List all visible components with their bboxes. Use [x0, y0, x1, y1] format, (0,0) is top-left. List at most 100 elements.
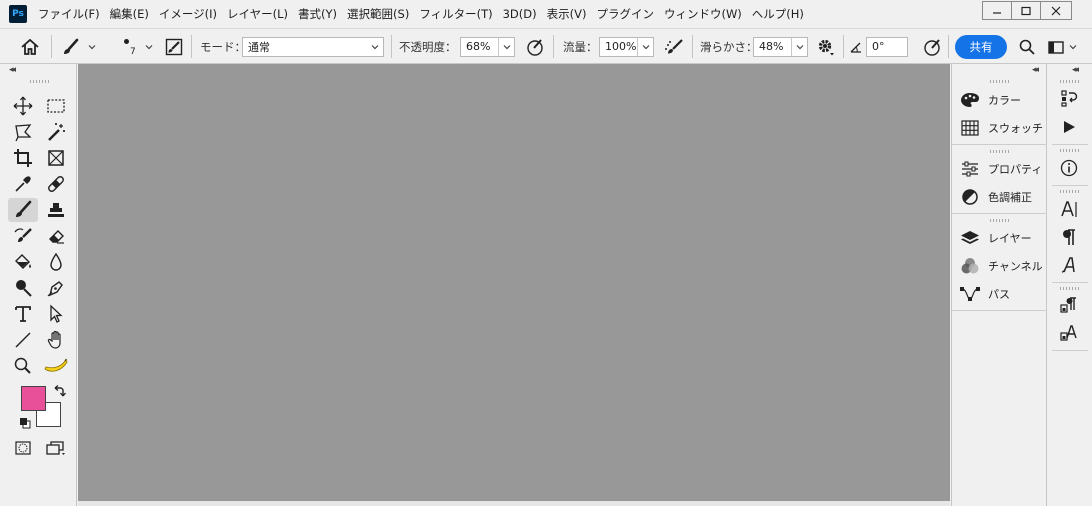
zoom-tool[interactable] — [8, 354, 38, 378]
chevron-down-icon — [503, 44, 510, 49]
tool-preset-picker[interactable] — [62, 29, 97, 64]
tools-grip[interactable] — [30, 80, 50, 83]
pressure-size-button[interactable] — [922, 29, 944, 64]
mode-select[interactable]: 通常 — [242, 36, 384, 57]
eyedropper-tool[interactable] — [8, 172, 38, 196]
search-button[interactable] — [1018, 29, 1036, 64]
menu-help[interactable]: ヘルプ(H) — [747, 0, 809, 28]
frame-tool[interactable] — [41, 146, 71, 170]
menu-plugins[interactable]: プラグイン — [591, 0, 659, 28]
maximize-button[interactable] — [1011, 1, 1041, 20]
flow-field[interactable]: 100% — [599, 36, 654, 57]
dodge-tool[interactable] — [8, 276, 38, 300]
swatches-panel-tab[interactable]: スウォッチ — [952, 115, 1047, 141]
paragraph-panel-button[interactable] — [1056, 225, 1082, 249]
info-panel-button[interactable] — [1056, 156, 1082, 180]
line-tool[interactable] — [8, 328, 38, 352]
quick-mask-button[interactable] — [8, 436, 38, 460]
angle-field[interactable]: 0° — [866, 36, 908, 57]
healing-brush-tool[interactable] — [41, 172, 71, 196]
character-styles-button[interactable] — [1056, 321, 1082, 345]
character-panel-button[interactable] — [1056, 197, 1082, 221]
swap-colors-button[interactable] — [52, 384, 66, 398]
document-canvas[interactable] — [78, 64, 950, 501]
opacity-field[interactable]: 68% — [460, 36, 515, 57]
paragraph-styles-button[interactable] — [1056, 293, 1082, 317]
share-button[interactable]: 共有 — [955, 34, 1007, 59]
brush-size-picker[interactable]: 7 — [118, 29, 136, 64]
menu-filter[interactable]: フィルター(T) — [414, 0, 497, 28]
character-styles-icon — [1060, 325, 1077, 341]
crop-tool[interactable] — [8, 146, 38, 170]
banana-tool[interactable] — [41, 354, 71, 378]
menu-view[interactable]: 表示(V) — [542, 0, 592, 28]
opacity-dropdown[interactable] — [498, 37, 514, 56]
marquee-tool[interactable] — [41, 94, 71, 118]
dock-grip[interactable] — [1060, 80, 1080, 83]
swatches-grid-icon — [961, 120, 979, 136]
smoothing-dropdown[interactable] — [791, 37, 807, 56]
panel-grip[interactable] — [990, 219, 1010, 222]
clone-stamp-tool[interactable] — [41, 198, 71, 222]
collapse-dock-button[interactable]: ◂◂ — [1072, 65, 1079, 75]
close-icon — [1051, 6, 1061, 15]
default-colors-button[interactable] — [19, 417, 31, 429]
airbrush-button[interactable] — [664, 29, 686, 64]
menu-image[interactable]: イメージ(I) — [154, 0, 222, 28]
eraser-tool[interactable] — [41, 224, 71, 248]
menu-select[interactable]: 選択範囲(S) — [342, 0, 414, 28]
smoothing-options-button[interactable] — [816, 29, 836, 64]
type-tool[interactable] — [8, 302, 38, 326]
menu-edit[interactable]: 編集(E) — [105, 0, 154, 28]
history-brush-tool[interactable] — [8, 224, 38, 248]
history-panel-button[interactable] — [1056, 86, 1082, 110]
pressure-opacity-icon — [527, 38, 543, 56]
banana-icon — [44, 358, 68, 372]
brush-tool[interactable] — [8, 198, 38, 222]
minimize-button[interactable] — [982, 1, 1012, 20]
close-button[interactable] — [1040, 1, 1072, 20]
collapse-tools-button[interactable]: ◂◂ — [9, 65, 16, 75]
workspace-switcher[interactable] — [1047, 29, 1078, 64]
layers-panel-tab[interactable]: レイヤー — [952, 225, 1047, 251]
menu-file[interactable]: ファイル(F) — [33, 0, 105, 28]
panel-grip[interactable] — [990, 80, 1010, 83]
channels-panel-tab[interactable]: チャンネル — [952, 253, 1047, 279]
gear-icon — [818, 39, 834, 55]
zoom-icon — [14, 357, 31, 374]
path-selection-tool[interactable] — [41, 302, 71, 326]
move-tool[interactable] — [8, 94, 38, 118]
pen-tool[interactable] — [41, 276, 71, 300]
brush-size-dropdown[interactable] — [144, 29, 154, 64]
panel-grip[interactable] — [990, 150, 1010, 153]
paint-bucket-tool[interactable] — [8, 250, 38, 274]
actions-panel-button[interactable] — [1056, 115, 1082, 139]
dock-grip[interactable] — [1060, 190, 1080, 193]
home-button[interactable] — [20, 29, 40, 64]
color-panel-tab[interactable]: カラー — [952, 87, 1047, 113]
magic-wand-tool[interactable] — [41, 120, 71, 144]
lasso-tool[interactable] — [8, 120, 38, 144]
smoothing-field[interactable]: 48% — [753, 36, 808, 57]
adjustments-panel-tab[interactable]: 色調補正 — [952, 184, 1047, 210]
menu-window[interactable]: ウィンドウ(W) — [659, 0, 747, 28]
properties-panel-tab[interactable]: プロパティ — [952, 156, 1047, 182]
hand-tool[interactable] — [41, 328, 71, 352]
maximize-icon — [1021, 6, 1031, 15]
menu-layer[interactable]: レイヤー(L) — [222, 0, 293, 28]
glyphs-panel-button[interactable] — [1056, 253, 1082, 277]
paths-panel-tab[interactable]: パス — [952, 281, 1047, 307]
screen-mode-button[interactable] — [41, 436, 71, 460]
menu-type[interactable]: 書式(Y) — [293, 0, 342, 28]
menu-3d[interactable]: 3D(D) — [498, 0, 542, 28]
collapse-panel-button[interactable]: ◂◂ — [1032, 65, 1039, 75]
pressure-opacity-button[interactable] — [525, 29, 545, 64]
dock-grip[interactable] — [1060, 149, 1080, 152]
flow-dropdown[interactable] — [637, 37, 653, 56]
dock-grip[interactable] — [1060, 287, 1080, 290]
brush-settings-button[interactable] — [164, 29, 184, 64]
foreground-color-swatch[interactable] — [21, 386, 46, 411]
glyphs-icon — [1061, 257, 1075, 273]
flow-value: 100% — [605, 40, 637, 53]
blur-tool[interactable] — [41, 250, 71, 274]
